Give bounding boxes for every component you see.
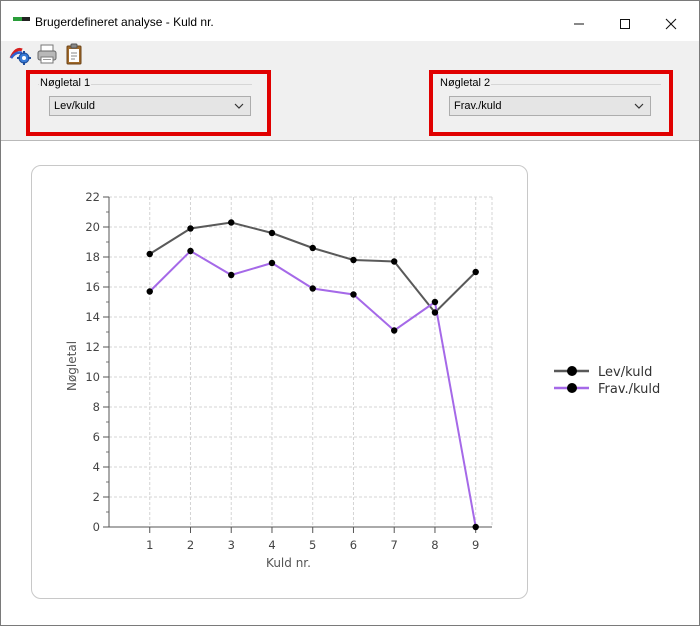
x-tick-label: 9 bbox=[472, 538, 479, 552]
x-tick-label: 5 bbox=[309, 538, 316, 552]
chevron-down-icon bbox=[634, 103, 644, 109]
minimize-icon bbox=[574, 23, 584, 25]
data-point bbox=[146, 250, 153, 258]
y-axis-title: Nøgletal bbox=[65, 341, 79, 391]
y-tick-label: 6 bbox=[93, 430, 100, 444]
noegletal1-select[interactable]: Lev/kuld bbox=[49, 96, 251, 116]
data-point bbox=[431, 309, 439, 316]
noegletal2-select[interactable]: Frav./kuld bbox=[449, 96, 651, 116]
data-point bbox=[187, 247, 194, 255]
legend-label-1: Lev/kuld bbox=[598, 365, 652, 380]
x-tick-label: 3 bbox=[228, 538, 235, 552]
filter-panel: Nøgletal 1 Lev/kuld Nøgletal 2 Frav./kul… bbox=[1, 67, 699, 141]
y-tick-label: 22 bbox=[85, 190, 100, 204]
y-tick-label: 14 bbox=[85, 310, 100, 324]
y-tick-label: 20 bbox=[85, 220, 100, 234]
x-tick-label: 2 bbox=[187, 538, 194, 552]
data-point bbox=[187, 225, 194, 232]
chart-area: 0 2 4 6 8 10 12 14 16 18 20 22 1 2 3 4 5 6 7 8 9 Kuld nr. Nøgl… bbox=[1, 141, 699, 625]
noegletal2-label: Nøgletal 2 bbox=[439, 77, 492, 89]
data-point bbox=[472, 523, 479, 531]
app-icon bbox=[13, 17, 30, 24]
toolbar bbox=[1, 41, 699, 67]
x-tick-label: 6 bbox=[350, 538, 357, 552]
data-point bbox=[391, 258, 398, 265]
printer-icon[interactable] bbox=[36, 43, 58, 65]
data-point bbox=[146, 288, 153, 295]
y-tick-label: 0 bbox=[93, 520, 100, 534]
title-bar[interactable]: Brugerdefineret analyse - Kuld nr. bbox=[1, 1, 699, 41]
x-tick-label: 8 bbox=[431, 538, 438, 552]
legend-marker-1 bbox=[567, 366, 577, 376]
data-point bbox=[391, 327, 398, 334]
x-tick-label: 4 bbox=[268, 538, 275, 552]
y-tick-label: 10 bbox=[85, 370, 100, 384]
y-tick-label: 2 bbox=[93, 490, 100, 504]
data-point bbox=[228, 271, 235, 279]
x-axis-title: Kuld nr. bbox=[266, 556, 311, 570]
y-tick-label: 16 bbox=[85, 280, 100, 294]
line-chart: 02468101214161820221 2 3 4 5 6 7 8 9Kuld nr.Nøgl… bbox=[65, 190, 660, 570]
noegletal1-value: Lev/kuld bbox=[54, 100, 95, 112]
clipboard-icon[interactable] bbox=[63, 43, 85, 65]
app-window: Brugerdefineret analyse - Kuld nr. Nøgle… bbox=[0, 0, 700, 626]
chevron-down-icon bbox=[234, 103, 244, 109]
minimize-button[interactable] bbox=[556, 9, 602, 39]
y-tick-label: 8 bbox=[93, 400, 100, 414]
x-tick-label: 1 bbox=[146, 538, 153, 552]
legend-label-2: Frav./kuld bbox=[598, 382, 660, 397]
legend-marker-2 bbox=[567, 383, 577, 393]
y-tick-label: 4 bbox=[93, 460, 100, 474]
close-button[interactable] bbox=[648, 9, 694, 39]
maximize-icon bbox=[620, 19, 630, 29]
window-title: Brugerdefineret analyse - Kuld nr. bbox=[35, 15, 214, 29]
y-tick-label: 18 bbox=[85, 250, 100, 264]
data-point bbox=[268, 229, 276, 237]
data-point bbox=[431, 298, 439, 306]
data-point bbox=[350, 291, 357, 298]
close-icon bbox=[665, 18, 677, 30]
data-point bbox=[309, 285, 316, 292]
noegletal2-value: Frav./kuld bbox=[454, 100, 502, 112]
data-point bbox=[350, 256, 357, 264]
maximize-button[interactable] bbox=[602, 9, 648, 39]
data-point bbox=[268, 259, 276, 267]
data-point bbox=[309, 244, 316, 252]
y-tick-label: 12 bbox=[85, 340, 100, 354]
x-tick-label: 7 bbox=[391, 538, 398, 552]
noegletal1-label: Nøgletal 1 bbox=[39, 77, 92, 89]
data-point bbox=[472, 268, 479, 276]
data-point bbox=[228, 219, 235, 226]
settings-chart-icon[interactable] bbox=[9, 43, 31, 65]
